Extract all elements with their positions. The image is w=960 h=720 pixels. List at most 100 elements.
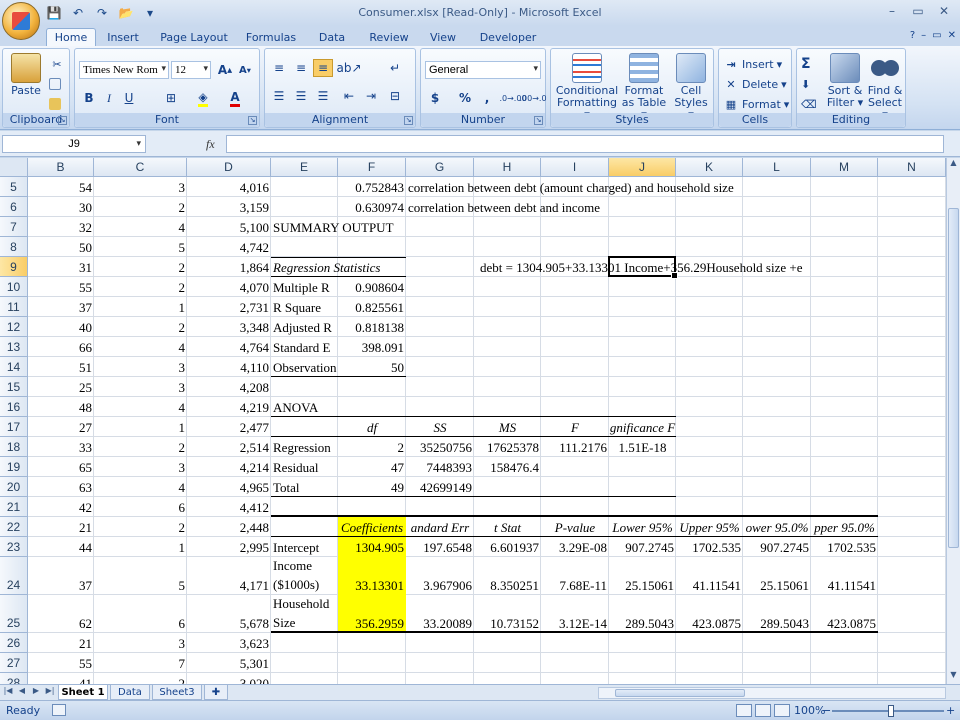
- cell-debt[interactable]: 2,731: [187, 300, 271, 316]
- row-header-16[interactable]: 16: [0, 397, 28, 417]
- row-header-25[interactable]: 25: [0, 595, 28, 633]
- cell-debt[interactable]: 4,070: [187, 280, 271, 296]
- column-header-n[interactable]: N: [878, 158, 946, 177]
- coefficient-value[interactable]: 3.967906: [406, 578, 474, 594]
- coefficient-value[interactable]: 356.2959: [338, 616, 406, 632]
- coefficient-header[interactable]: ower 95.0%: [743, 520, 811, 536]
- cell-debt[interactable]: 4,214: [187, 460, 271, 476]
- anova-title[interactable]: ANOVA: [271, 400, 338, 416]
- number-format-combo[interactable]: General: [425, 61, 541, 79]
- cell-debt[interactable]: 3,020: [187, 676, 271, 684]
- currency-button[interactable]: $: [425, 89, 445, 107]
- first-sheet-icon[interactable]: |◀: [2, 686, 14, 695]
- anova-row-label[interactable]: Residual: [271, 460, 338, 476]
- cell-styles-button[interactable]: Cell Styles ▾: [671, 53, 711, 121]
- active-cell-j9[interactable]: [608, 256, 678, 279]
- row-header-14[interactable]: 14: [0, 357, 28, 377]
- zoom-in-button[interactable]: +: [946, 704, 955, 717]
- autosum-button[interactable]: Σ: [801, 55, 811, 73]
- orientation-icon[interactable]: ab↗: [336, 59, 361, 77]
- name-box[interactable]: J9: [2, 135, 146, 153]
- anova-f[interactable]: [541, 480, 609, 496]
- anova-significance[interactable]: [609, 460, 676, 476]
- minimize-button[interactable]: –: [880, 2, 904, 20]
- restore-button[interactable]: ▭: [906, 2, 930, 20]
- wrap-text-icon[interactable]: ↵: [385, 59, 405, 77]
- cell-age[interactable]: 33: [28, 440, 94, 456]
- sheet-tab-sheet3[interactable]: Sheet3: [152, 685, 202, 700]
- coefficient-value[interactable]: 41.11541: [811, 578, 878, 594]
- anova-ms[interactable]: 17625378: [474, 440, 541, 456]
- cell-age[interactable]: 62: [28, 616, 94, 632]
- cell-age[interactable]: 55: [28, 280, 94, 296]
- grow-font-icon[interactable]: A ▴: [215, 61, 235, 79]
- coefficient-value[interactable]: 6.601937: [474, 540, 541, 556]
- tab-formulas[interactable]: Formulas: [240, 28, 302, 46]
- cell-age[interactable]: 21: [28, 636, 94, 652]
- row-header-24[interactable]: 24: [0, 557, 28, 595]
- cell-household-size[interactable]: 2: [94, 440, 187, 456]
- cell-debt[interactable]: 2,514: [187, 440, 271, 456]
- sort-filter-button[interactable]: Sort & Filter ▾: [825, 53, 865, 109]
- cell-household-size[interactable]: 2: [94, 280, 187, 296]
- coefficient-value[interactable]: 25.15061: [609, 578, 676, 594]
- coefficient-header[interactable]: Lower 95%: [609, 520, 676, 536]
- regression-stat-value[interactable]: 0.818138: [338, 320, 406, 336]
- ribbon-minimize-button[interactable]: –: [921, 30, 926, 41]
- zoom-level[interactable]: 100%: [794, 704, 825, 717]
- regression-stat-label[interactable]: Observation: [271, 360, 338, 376]
- macro-record-icon[interactable]: [52, 704, 66, 716]
- cell-age[interactable]: 25: [28, 380, 94, 396]
- coefficient-row-label[interactable]: Income: [271, 558, 338, 574]
- coefficient-value[interactable]: 10.73152: [474, 616, 541, 632]
- row-header-6[interactable]: 6: [0, 197, 28, 217]
- coefficient-header[interactable]: Upper 95%: [676, 520, 743, 536]
- sheet-tab-sheet1[interactable]: Sheet 1: [58, 685, 108, 700]
- office-button[interactable]: [2, 2, 40, 40]
- align-top-icon[interactable]: ≡: [269, 59, 289, 77]
- coefficient-value[interactable]: 25.15061: [743, 578, 811, 594]
- anova-f[interactable]: 111.2176: [541, 440, 609, 456]
- cut-button[interactable]: ✂: [49, 55, 65, 73]
- coefficient-value[interactable]: 423.0875: [676, 616, 743, 632]
- normal-view-icon[interactable]: [736, 704, 752, 717]
- anova-header[interactable]: MS: [474, 420, 541, 436]
- ribbon-close-button[interactable]: ✕: [948, 30, 956, 41]
- cell-debt[interactable]: 3,348: [187, 320, 271, 336]
- regression-stat-label[interactable]: Standard E: [271, 340, 338, 356]
- cell-household-size[interactable]: 1: [94, 420, 187, 436]
- tab-page-layout[interactable]: Page Layout: [154, 28, 234, 46]
- anova-header[interactable]: gnificance F: [609, 420, 676, 436]
- cell-age[interactable]: 21: [28, 520, 94, 536]
- clipboard-launcher-icon[interactable]: ↘: [58, 116, 67, 125]
- cell-debt[interactable]: 5,100: [187, 220, 271, 236]
- coefficient-header[interactable]: Coefficients: [338, 520, 406, 536]
- cell-household-size[interactable]: 3: [94, 636, 187, 652]
- align-center-icon[interactable]: ☰: [291, 87, 311, 105]
- summary-output-title[interactable]: SUMMARY OUTPUT: [271, 220, 406, 236]
- tab-view[interactable]: View: [422, 28, 464, 46]
- cell-age[interactable]: 41: [28, 676, 94, 684]
- cell-debt[interactable]: 4,016: [187, 180, 271, 196]
- merge-center-icon[interactable]: ⊟: [385, 87, 405, 105]
- cell-debt[interactable]: 2,448: [187, 520, 271, 536]
- column-header-i[interactable]: I: [541, 158, 609, 177]
- cell-debt[interactable]: 4,742: [187, 240, 271, 256]
- coefficient-value[interactable]: 1702.535: [676, 540, 743, 556]
- row-header-28[interactable]: 28: [0, 673, 28, 684]
- coefficient-value[interactable]: 197.6548: [406, 540, 474, 556]
- row-header-18[interactable]: 18: [0, 437, 28, 457]
- cell-debt[interactable]: 4,219: [187, 400, 271, 416]
- insert-cells-button[interactable]: ⇥ Insert ▾: [723, 55, 782, 73]
- row-header-11[interactable]: 11: [0, 297, 28, 317]
- coefficient-row-label[interactable]: ($1000s): [271, 577, 338, 593]
- ribbon-restore-button[interactable]: ▭: [932, 30, 941, 41]
- last-sheet-icon[interactable]: ▶|: [44, 686, 56, 695]
- correlation-label[interactable]: correlation between debt (amount charged…: [406, 180, 811, 196]
- find-select-button[interactable]: Find & Select ▾: [865, 53, 905, 121]
- cell-household-size[interactable]: 6: [94, 500, 187, 516]
- prev-sheet-icon[interactable]: ◀: [16, 686, 28, 695]
- close-button[interactable]: ✕: [932, 2, 956, 20]
- cell-age[interactable]: 31: [28, 260, 94, 276]
- column-header-k[interactable]: K: [676, 158, 743, 177]
